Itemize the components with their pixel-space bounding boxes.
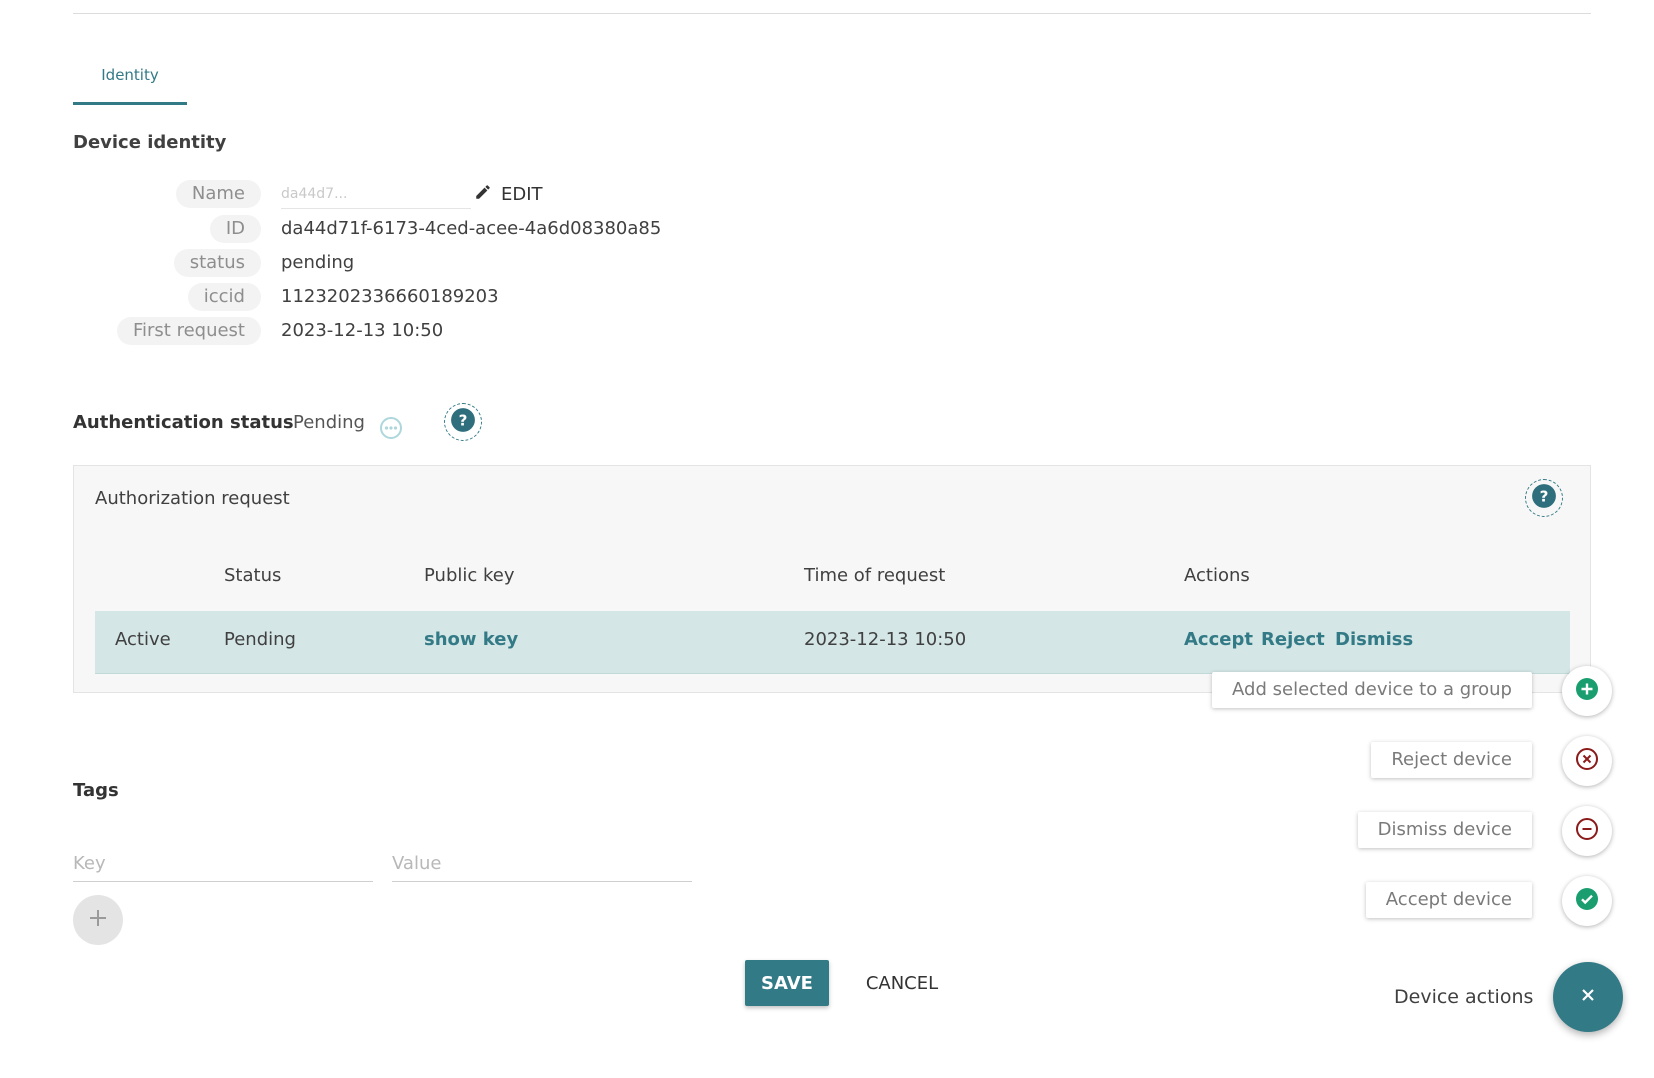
- tag-key-input[interactable]: [73, 845, 373, 882]
- reject-device-label[interactable]: Reject device: [1371, 742, 1532, 778]
- authentication-status-label: Authentication status: [73, 412, 294, 433]
- column-header-status: Status: [224, 565, 282, 586]
- device-actions-close-button[interactable]: [1553, 962, 1623, 1032]
- authentication-status-value: Pending: [293, 412, 365, 433]
- check-circle-icon: [1575, 887, 1599, 915]
- svg-text:?: ?: [459, 411, 468, 429]
- close-icon: [1580, 987, 1596, 1007]
- row-state: Active: [115, 629, 171, 650]
- remove-circle-icon: [1575, 817, 1599, 845]
- status-key: status: [173, 249, 261, 277]
- add-circle-icon: [1575, 677, 1599, 705]
- first-request-value: 2023-12-13 10:50: [281, 320, 444, 341]
- column-header-actions: Actions: [1184, 565, 1250, 586]
- authorization-help-button[interactable]: ?: [1525, 479, 1563, 517]
- dismiss-device-button[interactable]: [1562, 806, 1612, 856]
- tags-title: Tags: [73, 780, 119, 801]
- edit-label: EDIT: [501, 183, 543, 205]
- add-tag-button[interactable]: [73, 895, 123, 945]
- help-icon: ?: [1531, 483, 1557, 513]
- device-name-value: da44d7...: [281, 186, 348, 202]
- iccid-key: iccid: [187, 283, 261, 311]
- save-button[interactable]: SAVE: [745, 960, 829, 1006]
- status-value: pending: [281, 252, 355, 273]
- accept-device-label[interactable]: Accept device: [1365, 882, 1532, 918]
- tab-active-indicator: [73, 102, 187, 105]
- cancel-circle-icon: [1575, 747, 1599, 775]
- dismiss-link[interactable]: Dismiss: [1335, 629, 1413, 650]
- table-row: Active Pending show key 2023-12-13 10:50…: [95, 611, 1570, 674]
- authentication-help-button[interactable]: ?: [444, 403, 482, 441]
- tab-identity-label: Identity: [101, 66, 159, 84]
- show-key-link[interactable]: show key: [424, 629, 518, 650]
- authorization-request-panel: Authorization request ? Status Public ke…: [73, 465, 1591, 693]
- row-time: 2023-12-13 10:50: [804, 629, 967, 650]
- column-header-time-of-request: Time of request: [804, 565, 946, 586]
- iccid-value: 1123202336660189203: [281, 286, 499, 307]
- device-actions-label: Device actions: [1394, 986, 1534, 1008]
- help-icon: ?: [450, 407, 476, 437]
- reject-link[interactable]: Reject: [1261, 629, 1325, 650]
- tag-value-input[interactable]: [392, 845, 692, 882]
- pencil-icon: [474, 183, 492, 205]
- row-status: Pending: [224, 629, 296, 650]
- column-header-public-key: Public key: [424, 565, 515, 586]
- accept-link[interactable]: Accept: [1184, 629, 1253, 650]
- pending-dots-icon: [379, 416, 403, 444]
- id-key: ID: [209, 215, 261, 243]
- plus-icon: [88, 908, 108, 932]
- add-to-group-button[interactable]: [1562, 666, 1612, 716]
- dismiss-device-label[interactable]: Dismiss device: [1357, 812, 1532, 848]
- name-key: Name: [175, 180, 261, 208]
- first-request-key: First request: [116, 317, 261, 345]
- svg-text:?: ?: [1540, 487, 1549, 505]
- id-value: da44d71f-6173-4ced-acee-4a6d08380a85: [281, 218, 662, 239]
- device-name-field: da44d7...: [281, 180, 471, 209]
- tab-identity[interactable]: Identity: [73, 58, 187, 105]
- reject-device-button[interactable]: [1562, 736, 1612, 786]
- authorization-request-title: Authorization request: [95, 488, 290, 509]
- top-divider: [73, 13, 1591, 14]
- device-identity-title: Device identity: [73, 132, 227, 153]
- edit-name-button[interactable]: EDIT: [474, 180, 543, 208]
- accept-device-button[interactable]: [1562, 876, 1612, 926]
- cancel-button[interactable]: CANCEL: [860, 960, 944, 1006]
- add-to-group-label[interactable]: Add selected device to a group: [1212, 672, 1532, 708]
